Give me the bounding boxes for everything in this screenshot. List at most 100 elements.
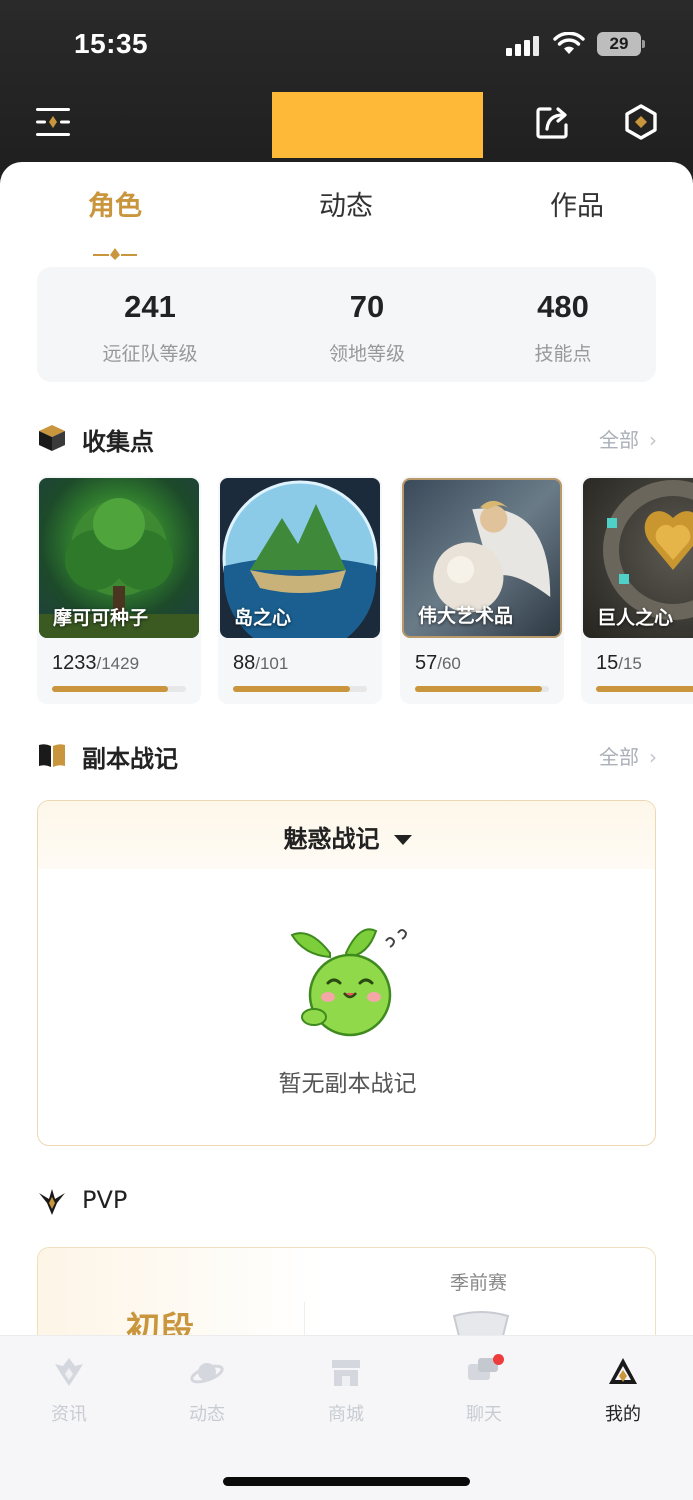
tab-bar: 角色 动态 作品 <box>0 184 693 260</box>
mokoko-seed-image: 摩可可种子 <box>39 478 199 638</box>
dungeon-view-all-link[interactable]: 全部 › <box>599 741 657 770</box>
progress-current: 1233 <box>52 652 97 674</box>
nav-chat[interactable]: 聊天 <box>434 1354 534 1426</box>
stat-label: 领地等级 <box>328 343 405 365</box>
stat-territory-level: 70 领地等级 <box>267 289 467 366</box>
hexagon-settings-icon[interactable] <box>622 103 660 141</box>
collection-list: 摩可可种子 1233/1429 岛之心 88/101 伟大艺术品 57/60 巨… <box>37 476 693 708</box>
collection-progress-bar <box>233 686 367 692</box>
dungeon-record-panel: 魅惑战记 暂无副本战记 <box>37 800 656 1146</box>
battery-level: 29 <box>609 34 629 53</box>
status-time: 15:35 <box>74 28 149 59</box>
profile-name-redacted <box>272 92 483 158</box>
collection-title: 收集点 <box>82 428 154 456</box>
nav-label: 资讯 <box>51 1404 87 1425</box>
home-indicator[interactable] <box>223 1477 470 1486</box>
collection-name: 岛之心 <box>234 607 292 629</box>
progress-fill <box>233 686 350 692</box>
mokoko-mascot-icon <box>290 928 408 1037</box>
dungeon-selected-label: 魅惑战记 <box>283 825 380 853</box>
unread-badge <box>493 1354 504 1365</box>
pvp-emblem-icon <box>39 1189 65 1215</box>
pvp-season: 季前赛 <box>450 1272 508 1294</box>
progress-total: /1429 <box>96 654 140 673</box>
stat-value: 70 <box>349 289 385 324</box>
dungeon-selector-header: 魅惑战记 <box>38 801 655 869</box>
status-bar: 15:35 29 <box>0 24 693 68</box>
menu-lines-icon[interactable] <box>36 106 70 138</box>
tab-role[interactable]: 角色 <box>88 184 142 223</box>
collection-card-island-heart[interactable]: 岛之心 88/101 <box>218 476 382 704</box>
stat-value: 480 <box>537 289 589 324</box>
active-tab-indicator-icon <box>93 248 137 260</box>
collection-name: 巨人之心 <box>597 607 674 629</box>
progress-total: /15 <box>618 654 642 673</box>
share-icon[interactable] <box>535 104 571 140</box>
stat-label: 远征队等级 <box>102 343 198 365</box>
stats-panel: 241 远征队等级 70 领地等级 480 技能点 <box>37 267 656 382</box>
collection-card-great-artwork[interactable]: 伟大艺术品 57/60 <box>400 476 564 704</box>
book-icon <box>39 744 65 767</box>
cellular-signal-icon <box>506 36 542 56</box>
collection-progress-text: 88/101 <box>233 652 288 675</box>
news-icon <box>55 1358 83 1386</box>
collection-progress-text: 57/60 <box>415 652 461 675</box>
collection-card-giant-heart[interactable]: 巨人之心 15/15 <box>581 476 693 704</box>
stat-skill-points: 480 技能点 <box>463 289 663 366</box>
collection-view-all-link[interactable]: 全部 › <box>599 424 657 453</box>
nav-label: 商城 <box>328 1404 364 1425</box>
giant-heart-image: 巨人之心 <box>583 478 693 638</box>
progress-fill <box>415 686 543 692</box>
nav-label: 聊天 <box>466 1404 502 1425</box>
progress-total: /60 <box>437 654 461 673</box>
caret-down-icon <box>393 835 412 845</box>
collection-progress-bar <box>596 686 693 692</box>
battery-icon: 29 <box>597 32 645 56</box>
stat-label: 技能点 <box>534 343 592 365</box>
collection-name: 摩可可种子 <box>53 607 149 629</box>
nav-profile[interactable]: 我的 <box>573 1354 673 1426</box>
nav-label: 我的 <box>605 1404 641 1425</box>
nav-news[interactable]: 资讯 <box>19 1354 119 1426</box>
progress-fill <box>596 686 693 692</box>
pvp-section-header: PVP <box>37 1184 657 1220</box>
progress-fill <box>52 686 168 692</box>
collection-progress-text: 1233/1429 <box>52 652 139 675</box>
view-all-label: 全部 <box>599 745 639 769</box>
collection-name: 伟大艺术品 <box>418 605 514 627</box>
progress-current: 15 <box>596 652 619 674</box>
bottom-nav: 资讯 动态 商城 聊天 我的 <box>0 1336 693 1500</box>
profile-icon <box>609 1358 637 1384</box>
planet-icon <box>190 1363 224 1384</box>
wifi-icon <box>553 32 585 54</box>
shop-icon <box>332 1360 360 1386</box>
dungeon-selector-dropdown[interactable]: 魅惑战记 <box>38 819 655 854</box>
nav-activity[interactable]: 动态 <box>157 1354 257 1426</box>
dungeon-title: 副本战记 <box>82 745 178 773</box>
stat-expedition-level: 241 远征队等级 <box>50 289 250 366</box>
collection-card-mokoko-seed[interactable]: 摩可可种子 1233/1429 <box>37 476 201 704</box>
collection-progress-bar <box>52 686 186 692</box>
collection-progress-text: 15/15 <box>596 652 642 675</box>
chevron-right-icon: › <box>649 745 657 769</box>
progress-current: 88 <box>233 652 256 674</box>
cube-icon <box>39 425 65 451</box>
pvp-title: PVP <box>82 1186 128 1214</box>
island-heart-image: 岛之心 <box>220 478 380 638</box>
progress-total: /101 <box>255 654 289 673</box>
progress-current: 57 <box>415 652 438 674</box>
collection-progress-bar <box>415 686 549 692</box>
tab-activity[interactable]: 动态 <box>319 184 373 223</box>
tab-works[interactable]: 作品 <box>550 184 604 223</box>
nav-shop[interactable]: 商城 <box>296 1354 396 1426</box>
empty-state-text: 暂无副本战记 <box>278 1071 417 1097</box>
chevron-right-icon: › <box>649 428 657 452</box>
profile-content: 角色 动态 作品 241 远征队等级 70 领地等级 480 技能点 收集点 全… <box>0 162 693 1500</box>
collection-section-header: 收集点 全部 › <box>37 420 657 456</box>
great-artwork-image: 伟大艺术品 <box>402 478 562 638</box>
stat-value: 241 <box>124 289 176 324</box>
view-all-label: 全部 <box>599 428 639 452</box>
chat-icon-wrap <box>466 1354 504 1390</box>
dungeon-section-header: 副本战记 全部 › <box>37 737 657 773</box>
nav-label: 动态 <box>189 1404 225 1425</box>
